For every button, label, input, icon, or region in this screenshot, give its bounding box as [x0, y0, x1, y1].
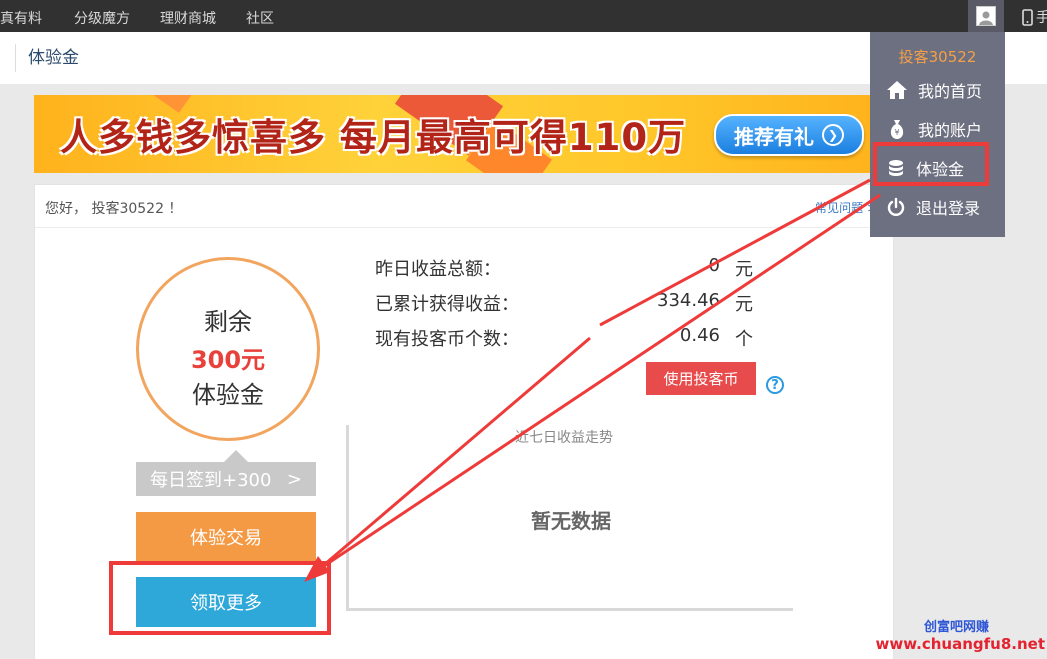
svg-text:¥: ¥: [894, 128, 899, 137]
chevron-right-circle-icon: ❯: [822, 124, 844, 146]
stat-label: 昨日收益总额：: [375, 259, 501, 280]
earnings-stats: 昨日收益总额： 0 元 已累计获得收益： 334.46 元 现有投客币个数： 0…: [375, 255, 755, 360]
nav-item-zhenyouliao[interactable]: 真有料: [0, 8, 42, 28]
balance-amount: 300元: [190, 346, 266, 374]
stat-row: 现有投客币个数： 0.46 个: [375, 325, 755, 360]
seven-day-earnings-chart: 近七日收益走势 暂无数据: [346, 425, 793, 611]
power-icon: [887, 197, 905, 216]
chart-title: 近七日收益走势: [515, 430, 613, 446]
mobile-app-link[interactable]: 手: [1022, 7, 1047, 27]
daily-checkin-label: 每日签到+300: [150, 470, 272, 491]
menu-item-account[interactable]: ¥ 我的账户: [886, 114, 982, 144]
promo-banner[interactable]: 人多钱多惊喜多 每月最高可得110万 推荐有礼 ❯: [34, 95, 892, 173]
stat-unit: 元: [735, 259, 753, 280]
watermark-url: www.chuangfu8.net: [875, 635, 1045, 653]
referral-reward-button[interactable]: 推荐有礼 ❯: [714, 114, 864, 156]
nav-item-licai-shangcheng[interactable]: 理财商城: [160, 8, 216, 28]
mobile-app-label: 手: [1036, 10, 1047, 26]
money-bag-icon: ¥: [890, 120, 904, 139]
stat-row: 昨日收益总额： 0 元: [375, 255, 755, 290]
stat-value: 0: [708, 255, 720, 276]
phone-icon: [1022, 8, 1033, 26]
home-icon: [887, 81, 907, 99]
stat-label: 现有投客币个数：: [375, 329, 519, 350]
use-coin-button[interactable]: 使用投客币: [646, 362, 756, 395]
menu-item-home[interactable]: 我的首页: [886, 75, 982, 105]
referral-reward-label: 推荐有礼: [734, 124, 814, 149]
menu-item-label: 我的账户: [918, 121, 983, 140]
stat-value: 334.46: [657, 290, 720, 311]
nav-item-shequ[interactable]: 社区: [246, 8, 274, 28]
balance-label-fund: 体验金: [192, 381, 264, 409]
daily-checkin-button[interactable]: 每日签到+300 >: [136, 450, 316, 496]
dropdown-username: 投客30522: [898, 48, 977, 66]
balance-label-remaining: 剩余: [204, 308, 252, 336]
avatar-icon: [976, 6, 996, 26]
banner-headline: 人多钱多惊喜多 每月最高可得110万: [60, 116, 687, 159]
watermark-brand: 创富吧网赚: [923, 620, 989, 635]
highlight-box-claim-more: [109, 561, 331, 635]
stat-value: 0.46: [679, 325, 720, 346]
experience-fund-panel: 您好， 投客30522 ！ 常见问题 > 剩余 300元 体验金 每日签到+30…: [34, 184, 894, 659]
trial-trade-button[interactable]: 体验交易: [136, 512, 316, 562]
menu-item-logout[interactable]: 退出登录: [886, 192, 980, 222]
greeting-text: 您好， 投客30522 ！: [45, 201, 183, 217]
highlight-box-experience-fund: [873, 142, 989, 186]
user-dropdown-menu: 投客30522 我的首页 ¥ 我的账户 体验金 退出登录: [870, 32, 1005, 237]
greeting-bar: 您好， 投客30522 ！ 常见问题 >: [35, 185, 893, 228]
page-title: 体验金: [15, 44, 79, 72]
balance-ring: 剩余 300元 体验金: [136, 257, 320, 441]
stat-row: 已累计获得收益： 334.46 元: [375, 290, 755, 325]
nav-item-fenji-mofang[interactable]: 分级魔方: [74, 8, 130, 28]
watermark: 创富吧网赚 www.chuangfu8.net: [850, 616, 1045, 653]
chart-empty-state: 暂无数据: [531, 509, 611, 533]
stat-label: 已累计获得收益：: [375, 294, 519, 315]
top-navigation-bar: 真有料 分级魔方 理财商城 社区 手: [0, 0, 1047, 32]
help-icon[interactable]: ?: [766, 376, 784, 394]
user-menu-button[interactable]: [968, 0, 1004, 32]
menu-item-label: 我的首页: [918, 82, 983, 101]
faq-link[interactable]: 常见问题 >: [815, 199, 877, 216]
stat-unit: 个: [735, 329, 753, 350]
menu-item-label: 退出登录: [916, 199, 981, 218]
chevron-right-icon: >: [286, 468, 302, 490]
stat-unit: 元: [735, 294, 753, 315]
